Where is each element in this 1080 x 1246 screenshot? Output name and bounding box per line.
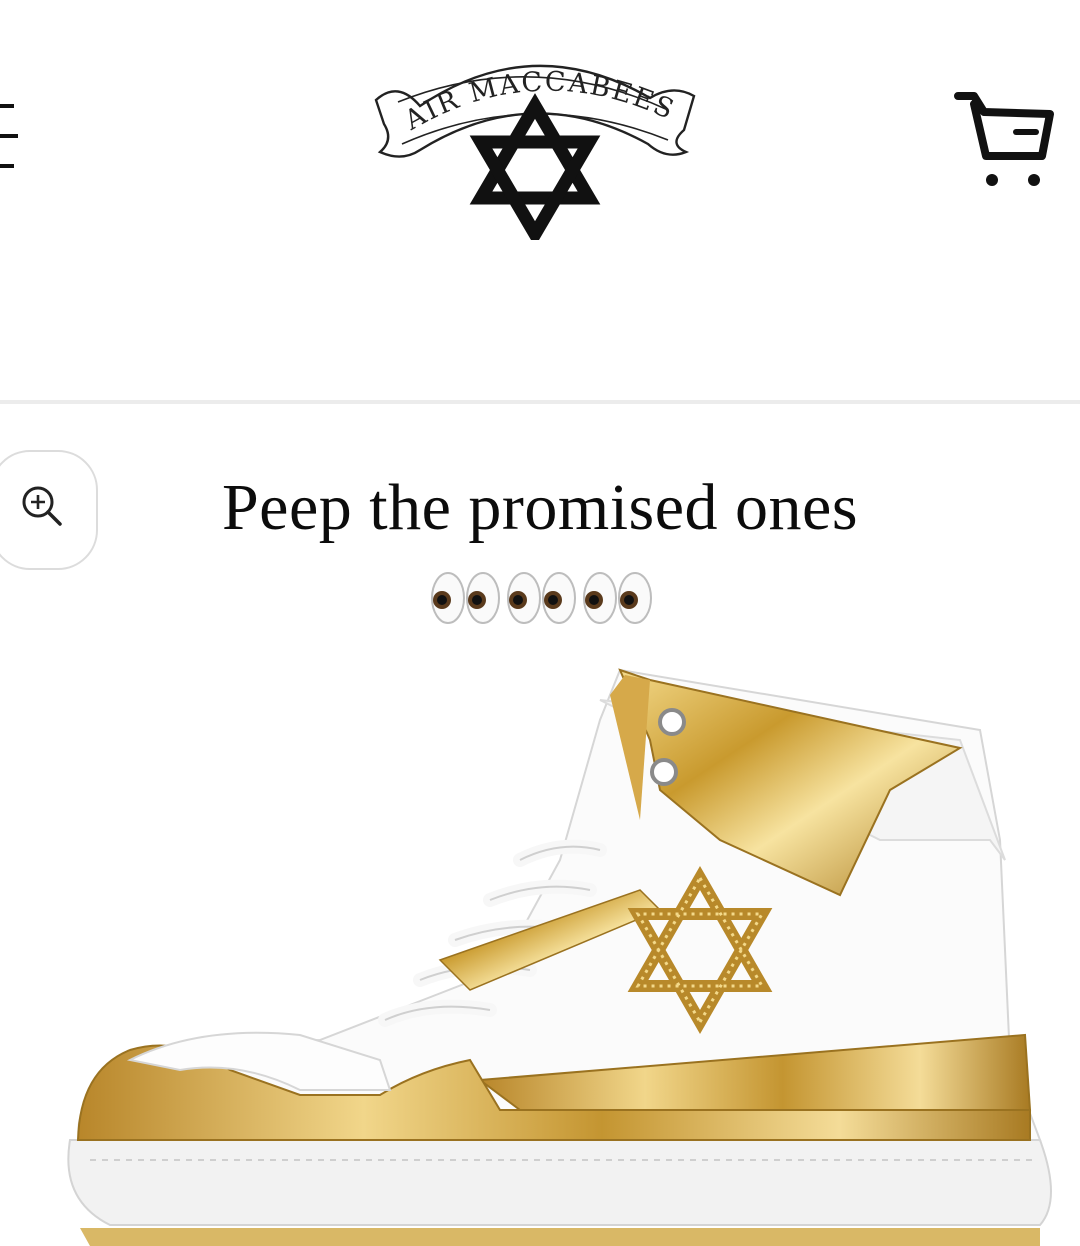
store-logo[interactable]: AIR MACCABEES xyxy=(368,40,698,247)
site-header: AIR MACCABEES xyxy=(0,0,1080,400)
shopping-cart-icon[interactable] xyxy=(950,84,1060,194)
product-page: AIR MACCABEES Peep t xyxy=(0,0,1080,1246)
product-caption: Peep the promised ones xyxy=(221,471,859,544)
header-divider xyxy=(0,400,1080,404)
product-image[interactable] xyxy=(0,640,1080,1246)
hamburger-menu-icon[interactable] xyxy=(0,98,40,178)
eyes-emoji xyxy=(428,568,658,628)
star-of-david-icon xyxy=(469,93,601,247)
